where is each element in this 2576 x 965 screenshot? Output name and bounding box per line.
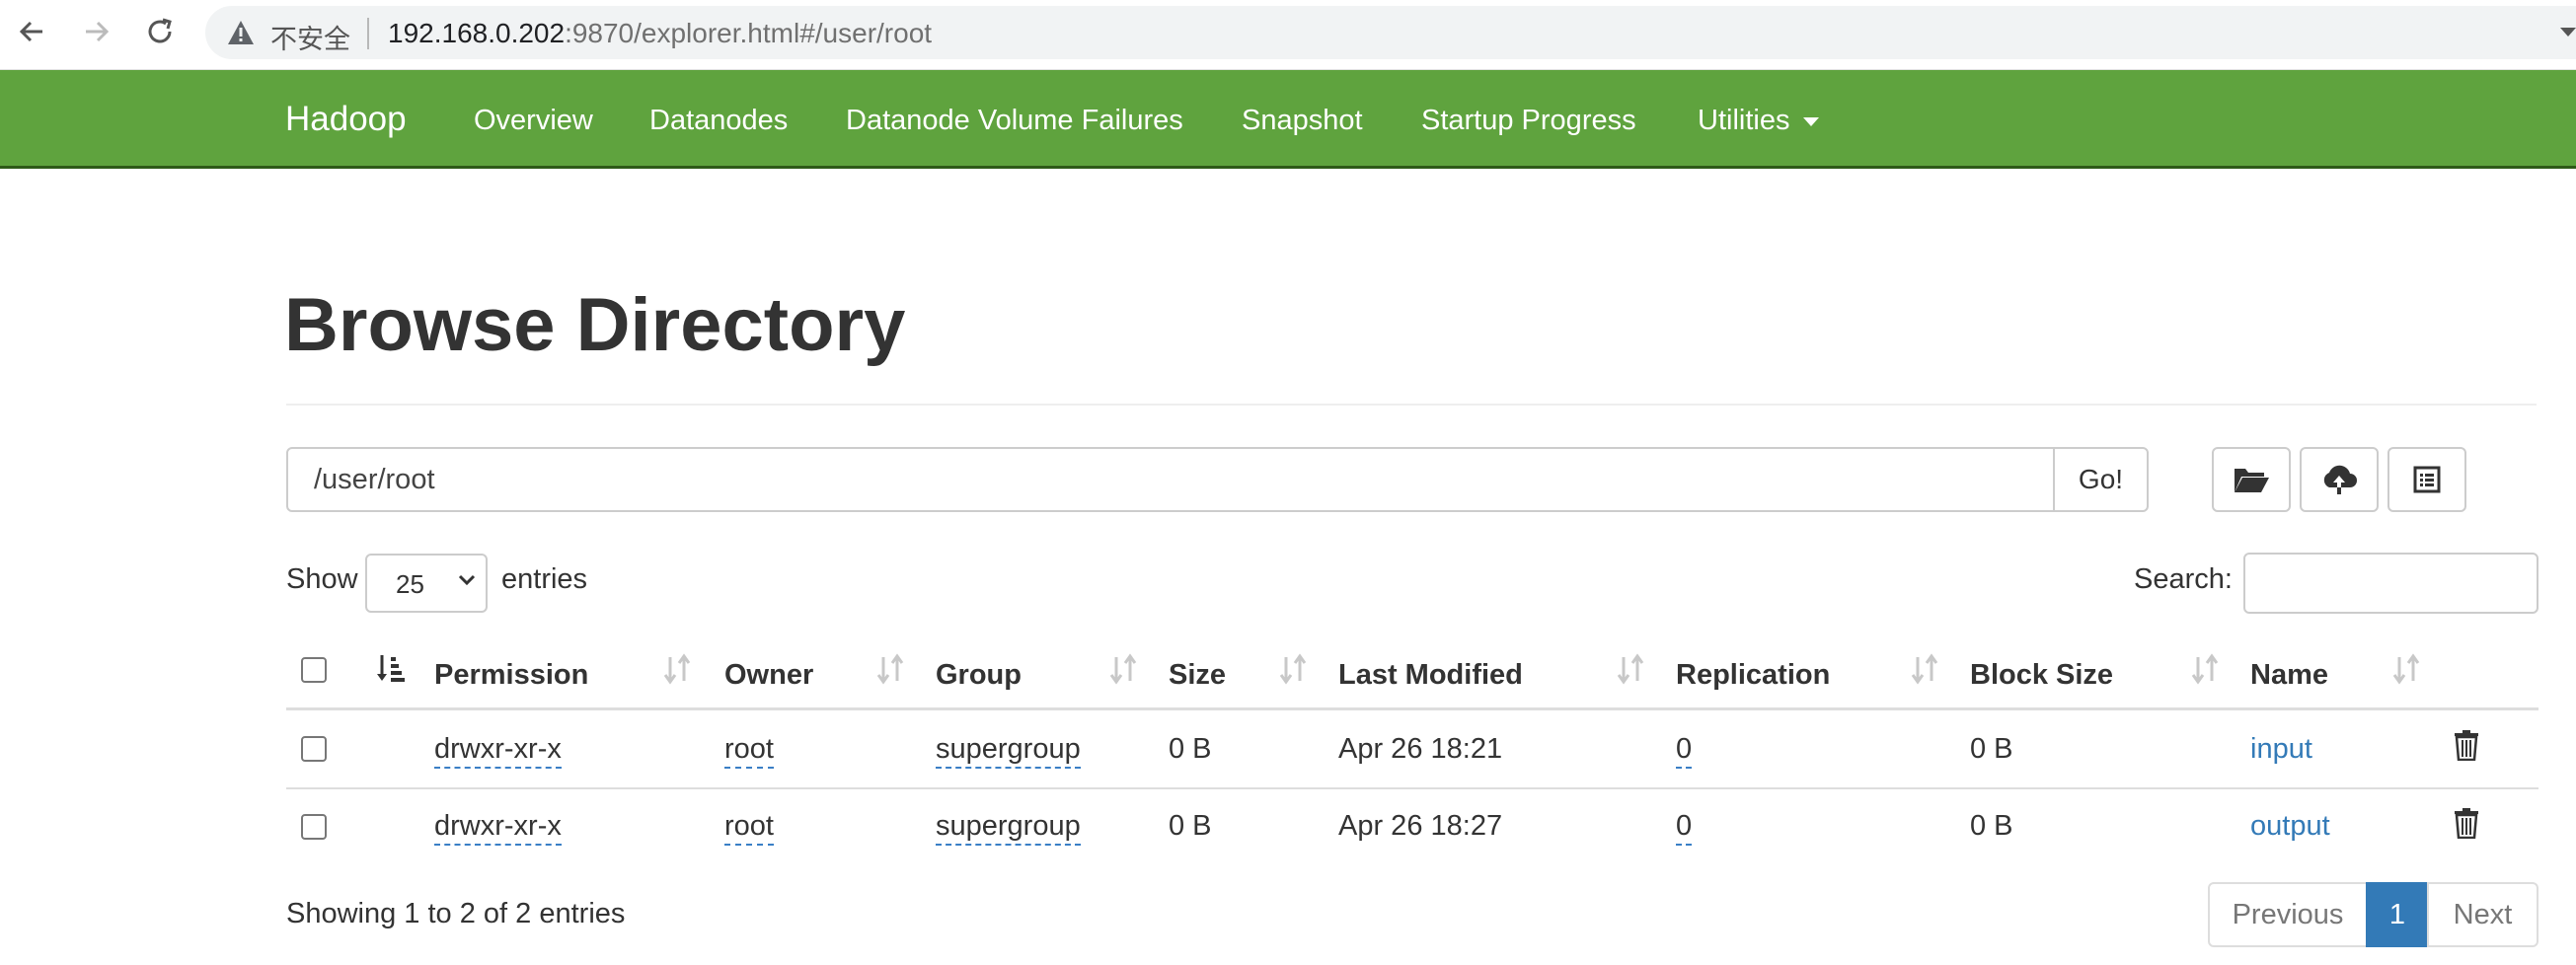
row-checkbox[interactable] xyxy=(301,814,327,840)
nav-datanode-volume-failures[interactable]: Datanode Volume Failures xyxy=(846,105,1183,137)
replication-cell[interactable]: 0 xyxy=(1676,810,1693,846)
sort-both-icon[interactable] xyxy=(1617,653,1644,685)
previous-page-button[interactable]: Previous xyxy=(2208,882,2368,947)
go-button[interactable]: Go! xyxy=(2053,447,2149,512)
back-button[interactable] xyxy=(14,14,49,49)
column-header-block-size[interactable]: Block Size xyxy=(1970,659,2113,692)
create-directory-button[interactable] xyxy=(2212,447,2291,512)
entries-per-page-select[interactable]: 25 xyxy=(365,554,488,613)
name-link[interactable]: output xyxy=(2250,810,2330,843)
address-separator xyxy=(367,18,369,49)
nav-startup-progress[interactable]: Startup Progress xyxy=(1421,105,1636,137)
sort-both-icon[interactable] xyxy=(1911,653,1938,685)
sort-both-icon[interactable] xyxy=(663,653,691,685)
column-header-group[interactable]: Group xyxy=(936,659,1022,692)
search-label: Search: xyxy=(2134,563,2233,595)
top-navbar: Hadoop Overview Datanodes Datanode Volum… xyxy=(0,70,2576,169)
trash-icon[interactable] xyxy=(2454,729,2479,761)
list-icon xyxy=(2413,466,2441,493)
column-header-size[interactable]: Size xyxy=(1169,659,1226,692)
caret-down-icon xyxy=(1803,116,1820,126)
column-header-permission[interactable]: Permission xyxy=(434,659,588,692)
name-link[interactable]: input xyxy=(2250,733,2312,766)
nav-datanodes[interactable]: Datanodes xyxy=(649,105,788,137)
sort-both-icon[interactable] xyxy=(2191,653,2219,685)
nav-overview[interactable]: Overview xyxy=(474,105,593,137)
size-cell: 0 B xyxy=(1169,810,1212,842)
page-1-button[interactable]: 1 xyxy=(2366,882,2429,947)
block-size-cell: 0 B xyxy=(1970,733,2013,765)
forward-arrow-icon xyxy=(86,21,110,42)
brand-link[interactable]: Hadoop xyxy=(285,100,407,139)
cut-paste-button[interactable] xyxy=(2387,447,2466,512)
title-divider xyxy=(286,404,2537,406)
show-label: Show xyxy=(286,563,358,595)
column-header-name[interactable]: Name xyxy=(2250,659,2328,692)
url-host: 192.168.0.202 xyxy=(388,18,566,48)
table-info: Showing 1 to 2 of 2 entries xyxy=(286,898,626,929)
row-checkbox[interactable] xyxy=(301,736,327,762)
url-path: :9870/explorer.html#/user/root xyxy=(565,18,933,48)
column-header-replication[interactable]: Replication xyxy=(1676,659,1830,692)
owner-cell[interactable]: root xyxy=(724,810,774,846)
sort-both-icon[interactable] xyxy=(1109,653,1137,685)
forward-button[interactable] xyxy=(79,14,114,49)
sort-both-icon[interactable] xyxy=(876,653,904,685)
permission-cell[interactable]: drwxr-xr-x xyxy=(434,810,562,846)
url-text[interactable]: 192.168.0.202:9870/explorer.html#/user/r… xyxy=(388,18,932,49)
replication-cell[interactable]: 0 xyxy=(1676,733,1693,769)
block-size-cell: 0 B xyxy=(1970,810,2013,842)
reload-icon xyxy=(148,18,172,43)
nav-utilities-label: Utilities xyxy=(1698,105,1790,136)
warning-icon xyxy=(228,21,254,44)
last-modified-cell: Apr 26 18:27 xyxy=(1338,810,1503,842)
sort-both-icon[interactable] xyxy=(2392,653,2420,685)
upload-button[interactable] xyxy=(2300,447,2379,512)
browser-toolbar: 不安全 192.168.0.202:9870/explorer.html#/us… xyxy=(0,0,2576,70)
column-header-last-modified[interactable]: Last Modified xyxy=(1338,659,1523,692)
trash-icon[interactable] xyxy=(2454,807,2479,839)
sort-asc-icon[interactable] xyxy=(376,653,406,685)
address-bar[interactable]: 不安全 192.168.0.202:9870/explorer.html#/us… xyxy=(205,6,2576,59)
next-page-button[interactable]: Next xyxy=(2427,882,2538,947)
nav-utilities[interactable]: Utilities xyxy=(1698,105,1820,137)
permission-cell[interactable]: drwxr-xr-x xyxy=(434,733,562,769)
size-cell: 0 B xyxy=(1169,733,1212,765)
folder-open-icon xyxy=(2235,469,2269,492)
chevron-down-icon xyxy=(458,574,476,586)
reload-button[interactable] xyxy=(142,14,178,49)
security-label: 不安全 xyxy=(270,25,350,54)
group-cell[interactable]: supergroup xyxy=(936,733,1081,769)
column-header-owner[interactable]: Owner xyxy=(724,659,813,692)
page-title: Browse Directory xyxy=(284,283,906,367)
table-header-divider xyxy=(286,707,2538,710)
cloud-upload-icon xyxy=(2323,465,2357,494)
address-dropdown-icon[interactable] xyxy=(2560,28,2576,37)
entries-label: entries xyxy=(501,563,588,595)
nav-snapshot[interactable]: Snapshot xyxy=(1242,105,1363,137)
group-cell[interactable]: supergroup xyxy=(936,810,1081,846)
last-modified-cell: Apr 26 18:21 xyxy=(1338,733,1503,765)
select-all-checkbox[interactable] xyxy=(301,657,327,683)
row-divider xyxy=(286,787,2538,789)
search-input[interactable] xyxy=(2243,553,2538,614)
sort-both-icon[interactable] xyxy=(1279,653,1307,685)
entries-value: 25 xyxy=(396,569,424,599)
directory-path-input[interactable] xyxy=(286,447,2055,512)
back-arrow-icon xyxy=(19,21,42,42)
owner-cell[interactable]: root xyxy=(724,733,774,769)
